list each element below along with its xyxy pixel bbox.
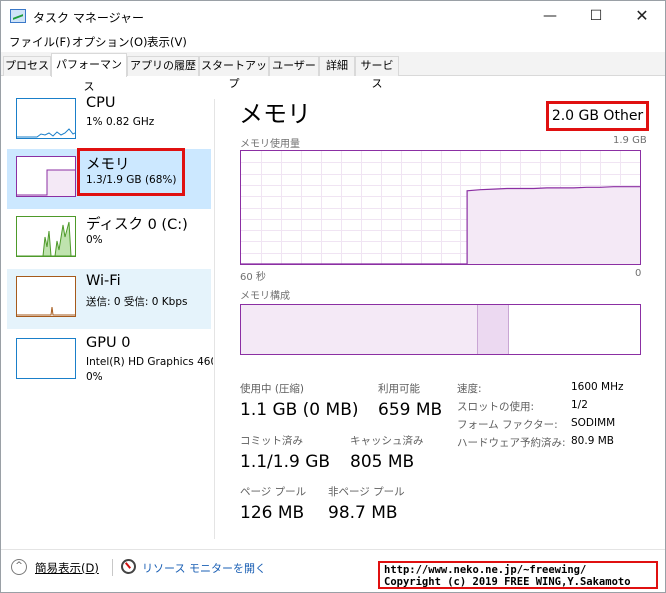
usage-graph-label: メモリ使用量 (240, 139, 300, 150)
chevron-up-icon: ^ (11, 559, 27, 575)
wifi-title: Wi-Fi (86, 273, 121, 289)
cached-value: 805 MB (350, 452, 415, 472)
available-value: 659 MB (378, 400, 443, 420)
composition-in-use[interactable] (241, 305, 478, 354)
memory-highlight-frame (77, 148, 185, 196)
time-axis-right: 0 (635, 268, 642, 279)
committed-label: コミット済み (240, 435, 303, 447)
detail-slots-key: スロットの使用: (457, 401, 535, 413)
detail-hardware-reserved: ハードウェア予約済み: 80.9 MB (457, 435, 657, 453)
resource-monitor-icon (121, 559, 136, 574)
memory-usage-graph (240, 150, 641, 265)
memory-capacity: 2.0 GB Other (546, 101, 649, 131)
detail-speed-value: 1600 MHz (571, 381, 624, 393)
cached-label: キャッシュ済み (350, 435, 424, 447)
fewer-details-button[interactable]: ^ 簡易表示(D) (9, 557, 109, 577)
detail-speed-key: 速度: (457, 383, 482, 395)
gpu-title: GPU 0 (86, 335, 131, 351)
menu-options[interactable]: オプション(O) (72, 34, 148, 50)
paged-pool-value: 126 MB (240, 503, 305, 523)
non-paged-pool-label: 非ページ プール (328, 486, 405, 498)
memory-mini-graph (16, 156, 76, 197)
menu-file[interactable]: ファイル(F) (9, 34, 71, 50)
cpu-title: CPU (86, 95, 116, 111)
available-label: 利用可能 (378, 383, 420, 395)
tab-details[interactable]: 詳細 (319, 56, 355, 76)
gpu-mini-graph (16, 338, 76, 379)
detail-hardware-reserved-key: ハードウェア予約済み: (457, 437, 566, 449)
footer-separator (112, 559, 113, 576)
disk-mini-graph (16, 216, 76, 257)
non-paged-pool-value: 98.7 MB (328, 503, 398, 523)
memory-usage-chart (241, 151, 640, 264)
close-button[interactable]: ✕ (619, 1, 665, 32)
cpu-subtitle: 1% 0.82 GHz (86, 116, 155, 128)
in-use-value: 1.1 GB (0 MB) (240, 400, 359, 420)
composition-label: メモリ構成 (240, 291, 290, 302)
fewer-details-label: 簡易表示(D) (35, 561, 99, 575)
footer-divider-line (1, 549, 665, 550)
sidebar-item-wifi[interactable]: Wi-Fi 送信: 0 受信: 0 Kbps (7, 269, 211, 329)
task-manager-window: タスク マネージャー — ☐ ✕ ファイル(F) オプション(O) 表示(V) … (0, 0, 666, 593)
resource-monitor-label: リソース モニターを開く (142, 562, 266, 575)
tab-services[interactable]: サービス (355, 56, 399, 90)
sidebar-item-gpu[interactable]: GPU 0 Intel(R) HD Graphics 460 0% (7, 331, 213, 391)
panel-divider (214, 99, 215, 539)
title-bar[interactable]: タスク マネージャー — ☐ ✕ (1, 1, 665, 32)
disk-title: ディスク 0 (C:) (86, 217, 188, 233)
menu-bar: ファイル(F) オプション(O) 表示(V) (1, 32, 665, 52)
time-axis-left: 60 秒 (240, 272, 266, 283)
sidebar-item-disk[interactable]: ディスク 0 (C:) 0% (7, 209, 211, 269)
detail-slots: スロットの使用: 1/2 (457, 399, 657, 417)
copyright-notice: http://www.neko.ne.jp/~freewing/ Copyrig… (378, 561, 658, 589)
tab-users[interactable]: ユーザー (269, 56, 319, 76)
disk-subtitle: 0% (86, 234, 103, 246)
detail-form-factor-value: SODIMM (571, 417, 616, 429)
open-resource-monitor-link[interactable]: リソース モニターを開く (121, 557, 266, 577)
gpu-subtitle: Intel(R) HD Graphics 460 (86, 356, 213, 368)
detail-hardware-reserved-value: 80.9 MB (571, 435, 614, 447)
minimize-button[interactable]: — (527, 1, 573, 32)
sidebar-item-cpu[interactable]: CPU 1% 0.82 GHz (7, 91, 211, 151)
detail-form-factor-key: フォーム ファクター: (457, 419, 558, 431)
composition-modified[interactable] (478, 305, 509, 354)
copyright-url: http://www.neko.ne.jp/~freewing/ (384, 564, 587, 576)
task-manager-icon (10, 9, 26, 23)
copyright-text: Copyright (c) 2019 FREE WING,Y.Sakamoto (384, 576, 631, 588)
tab-processes[interactable]: プロセス (3, 56, 51, 76)
wifi-mini-graph (16, 276, 76, 317)
detail-slots-value: 1/2 (571, 399, 588, 411)
maximize-button[interactable]: ☐ (573, 1, 619, 32)
tab-performance[interactable]: パフォーマンス (51, 53, 127, 93)
usage-area (241, 186, 640, 264)
composition-standby[interactable] (509, 305, 640, 354)
paged-pool-label: ページ プール (240, 486, 307, 498)
gpu-usage: 0% (86, 371, 103, 383)
tab-app-history[interactable]: アプリの履歴 (127, 56, 199, 76)
tab-startup[interactable]: スタートアップ (199, 56, 269, 90)
in-use-label: 使用中 (圧縮) (240, 383, 305, 395)
detail-speed: 速度: 1600 MHz (457, 381, 657, 399)
window-title: タスク マネージャー (33, 11, 144, 25)
tab-bar: プロセス パフォーマンス アプリの履歴 スタートアップ ユーザー 詳細 サービス (1, 52, 665, 93)
wifi-subtitle: 送信: 0 受信: 0 Kbps (86, 296, 188, 308)
page-title: メモリ (239, 100, 311, 128)
detail-form-factor: フォーム ファクター: SODIMM (457, 417, 657, 435)
memory-composition-bar (240, 304, 641, 355)
cpu-mini-graph (16, 98, 76, 139)
usage-graph-max: 1.9 GB (613, 135, 647, 146)
menu-view[interactable]: 表示(V) (147, 34, 187, 50)
committed-value: 1.1/1.9 GB (240, 452, 331, 472)
